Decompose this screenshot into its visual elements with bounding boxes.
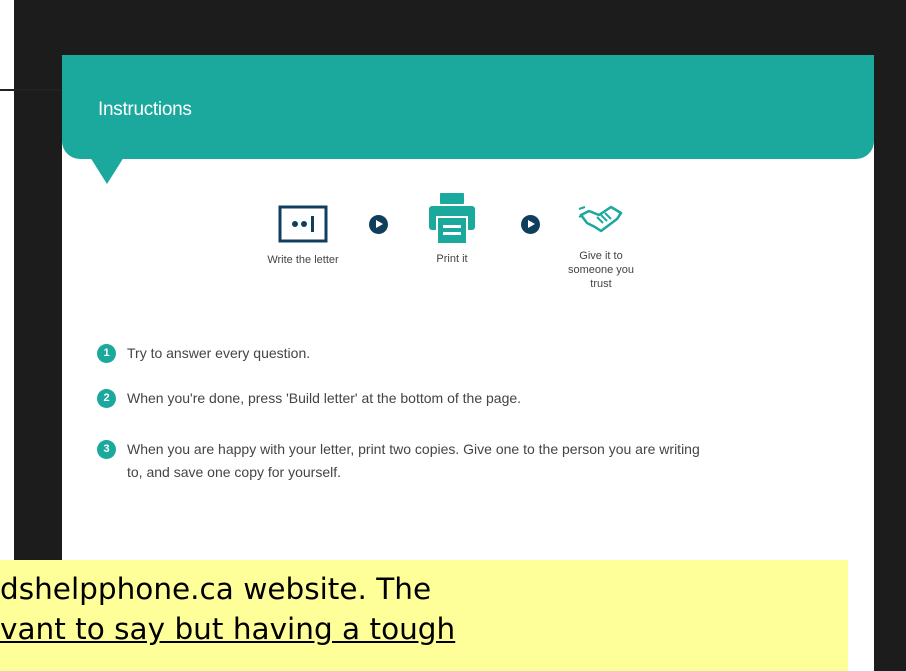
letter-icon bbox=[278, 205, 328, 243]
instruction-text: Try to answer every question. bbox=[127, 345, 311, 361]
instruction-item: 3 When you are happy with your letter, p… bbox=[97, 438, 707, 484]
step-label: Give it to someone you trust bbox=[567, 250, 635, 290]
instruction-item: 1 Try to answer every question. bbox=[97, 342, 817, 365]
step-give: Give it to someone you trust bbox=[557, 203, 645, 291]
caption-line: dshelpphone.ca website. The bbox=[0, 572, 432, 606]
frame-edge-line bbox=[0, 89, 62, 91]
step-arrow-icon bbox=[369, 215, 388, 234]
caption-line: vant to say but having a tough bbox=[0, 612, 456, 646]
instruction-text: When you're done, press 'Build letter' a… bbox=[127, 390, 522, 406]
modal-header: Instructions bbox=[62, 55, 874, 159]
step-number-badge: 2 bbox=[97, 389, 116, 408]
caption-overlay: dshelpphone.ca website. The vant to say … bbox=[0, 560, 848, 671]
modal-title: Instructions bbox=[98, 99, 192, 120]
step-label: Write the letter bbox=[267, 254, 339, 266]
instruction-text: When you are happy with your letter, pri… bbox=[127, 441, 700, 480]
instruction-item: 2 When you're done, press 'Build letter'… bbox=[97, 387, 817, 410]
step-write-letter: Write the letter bbox=[258, 205, 348, 267]
step-arrow-icon bbox=[521, 215, 540, 234]
step-number-badge: 3 bbox=[97, 440, 116, 459]
handshake-icon bbox=[578, 205, 623, 233]
header-pointer bbox=[90, 157, 124, 184]
step-label: Print it bbox=[436, 253, 468, 265]
step-print: Print it bbox=[407, 192, 497, 266]
printer-icon bbox=[429, 193, 475, 244]
step-number-badge: 1 bbox=[97, 344, 116, 363]
